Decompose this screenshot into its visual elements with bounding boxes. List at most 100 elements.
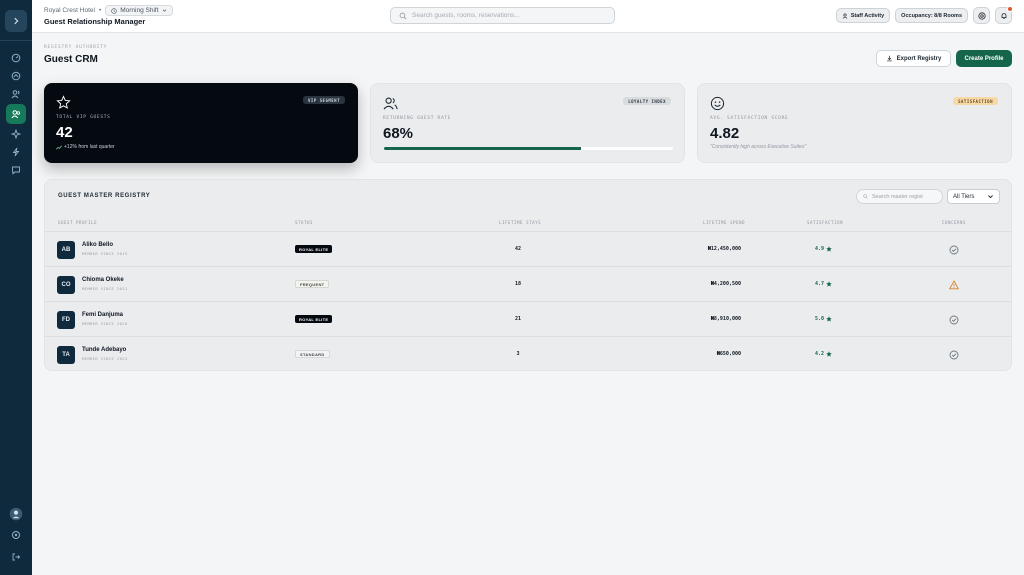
satisfaction-card-label: AVG. SATISFACTION SCORE — [710, 116, 789, 121]
guest-crm-icon — [11, 110, 21, 119]
returning-rate-progress — [384, 147, 673, 150]
sidebar-toggle-button[interactable] — [5, 10, 27, 32]
guest-name[interactable]: Chioma Okeke — [82, 277, 124, 283]
lifetime-spend: ₦8,910,000 — [710, 316, 741, 322]
page-eyebrow: REGISTRY AUTHORITY — [44, 45, 108, 50]
lifebuoy-icon — [977, 11, 986, 20]
lifetime-stays: 3 — [516, 351, 520, 357]
table-row[interactable]: FD Femi Danjuma MEMBER SINCE 2020 ROYAL ELI… — [45, 302, 1011, 337]
guest-name[interactable]: Aliko Bello — [82, 242, 113, 248]
create-profile-button[interactable]: Create Profile — [956, 50, 1012, 67]
sidebar-item-profile[interactable] — [6, 504, 26, 524]
staff-activity-button[interactable]: Staff Activity — [835, 8, 891, 23]
tier-filter-select[interactable]: All Tiers — [947, 189, 1000, 204]
page-title: Guest CRM — [44, 54, 98, 65]
bell-icon — [1001, 12, 1006, 19]
help-button[interactable] — [973, 7, 990, 24]
sidebar-item-settings[interactable] — [6, 525, 26, 545]
sidebar-item-guest-crm[interactable] — [6, 104, 26, 124]
sidebar-item-messages[interactable] — [6, 160, 26, 180]
registry-search-input[interactable] — [872, 193, 942, 200]
guest-name[interactable]: Tunde Adebayo — [82, 347, 126, 353]
satisfaction-badge: SATISFACTION — [953, 97, 998, 105]
building-icon — [11, 71, 21, 81]
star-icon — [56, 95, 71, 109]
vip-card-value: 42 — [56, 124, 73, 141]
column-header-lifetime-spend: LIFETIME SPEND — [703, 220, 746, 225]
hotel-name[interactable]: Royal Crest Hotel — [44, 7, 95, 14]
member-since: MEMBER SINCE 2020 — [82, 321, 128, 326]
column-header-concerns: CONCERNS — [942, 220, 967, 225]
sidebar-item-rooms[interactable] — [6, 66, 26, 86]
lifetime-spend: ₦12,450,000 — [707, 246, 741, 252]
shift-selector[interactable]: Morning Shift — [105, 5, 173, 16]
users-icon — [383, 97, 398, 110]
lifetime-stays: 42 — [514, 246, 522, 252]
header-actions: Staff Activity Occupancy: 8/8 Rooms — [835, 6, 1013, 24]
lifetime-stays: 18 — [514, 281, 522, 287]
guest-avatar: FD — [57, 311, 75, 329]
check-circle-icon — [949, 315, 959, 325]
sidebar-item-services[interactable] — [6, 124, 26, 144]
check-circle-icon — [949, 350, 959, 360]
notifications-button[interactable] — [995, 6, 1013, 24]
user-circle-icon — [9, 507, 23, 521]
satisfaction-value: 4.9 — [815, 246, 825, 252]
table-row[interactable]: TA Tunde Adebayo MEMBER SINCE 2023 STANDARD… — [45, 337, 1011, 370]
clock-icon — [111, 7, 117, 14]
loyalty-card-label: RETURNING GUEST RATE — [383, 116, 452, 121]
global-search[interactable] — [390, 7, 615, 24]
satisfaction-score: 4.2 — [815, 351, 832, 357]
status-badge: FREQUENT — [295, 280, 330, 288]
dashboard-icon — [11, 53, 21, 63]
users-icon — [11, 90, 20, 99]
bolt-icon — [12, 147, 20, 157]
table-row[interactable]: AB Aliko Bello MEMBER SINCE 2019 ROYAL ELIT… — [45, 232, 1011, 267]
trend-up-icon — [56, 144, 62, 150]
smile-icon — [710, 96, 725, 111]
export-registry-label: Export Registry — [896, 55, 942, 62]
member-since: MEMBER SINCE 2019 — [82, 251, 128, 256]
satisfaction-score: 5.0 — [815, 316, 832, 322]
user-icon — [842, 12, 848, 19]
satisfaction-score: 4.7 — [815, 281, 832, 287]
chevron-down-icon — [162, 9, 166, 12]
guest-avatar: TA — [57, 346, 75, 364]
column-header-guest-profile: GUEST PROFILE — [58, 220, 98, 225]
sidebar-item-logout[interactable] — [6, 547, 26, 567]
logout-icon — [12, 553, 21, 561]
chevron-right-icon — [14, 17, 19, 25]
loyalty-card: LOYALTY INDEX RETURNING GUEST RATE 68% — [370, 83, 685, 163]
column-header-satisfaction: SATISFACTION — [807, 220, 844, 225]
staff-activity-label: Staff Activity — [850, 12, 885, 19]
star-icon — [826, 351, 832, 357]
guest-avatar: AB — [57, 241, 75, 259]
sparkle-icon — [11, 129, 21, 139]
download-icon — [886, 55, 892, 62]
star-icon — [826, 316, 832, 322]
table-row[interactable]: CO Chioma Okeke MEMBER SINCE 2021 FREQUENT 1… — [45, 267, 1011, 302]
search-icon — [863, 194, 868, 199]
guest-name[interactable]: Femi Danjuma — [82, 312, 123, 318]
registry-search[interactable] — [856, 189, 943, 204]
chevron-down-icon — [988, 195, 993, 199]
tier-filter-value: All Tiers — [953, 193, 975, 200]
occupancy-label: Occupancy: 8/8 Rooms — [901, 12, 962, 19]
export-registry-button[interactable]: Export Registry — [876, 50, 951, 67]
global-search-input[interactable] — [412, 12, 602, 19]
sidebar-item-operations[interactable] — [6, 142, 26, 162]
warning-icon — [949, 280, 959, 290]
status-badge: ROYAL ELITE — [295, 245, 333, 253]
loyalty-index-badge: LOYALTY INDEX — [623, 97, 671, 105]
occupancy-badge[interactable]: Occupancy: 8/8 Rooms — [895, 8, 968, 23]
star-icon — [826, 246, 832, 252]
sidebar-item-dashboard[interactable] — [6, 48, 26, 68]
lifetime-spend: ₦650,000 — [716, 351, 741, 357]
satisfaction-card-value: 4.82 — [710, 125, 740, 142]
sidebar-item-staff[interactable] — [6, 84, 26, 104]
lifetime-spend: ₦4,200,500 — [710, 281, 741, 287]
app-title: Guest Relationship Manager — [44, 17, 146, 26]
sidebar-divider — [0, 40, 32, 41]
settings-icon — [12, 531, 20, 539]
satisfaction-value: 5.0 — [815, 316, 825, 322]
